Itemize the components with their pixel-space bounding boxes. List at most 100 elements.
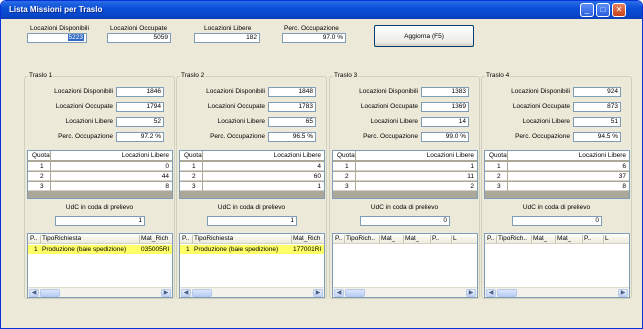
scroll-thumb[interactable]	[497, 289, 517, 297]
list-col-header[interactable]: Mat_	[381, 235, 395, 242]
list-col-header[interactable]: P..	[335, 235, 342, 242]
occupate-field[interactable]: 873	[573, 102, 621, 112]
list-col-header[interactable]: P..	[30, 235, 37, 242]
occupate-field[interactable]: 1369	[421, 102, 469, 112]
scroll-thumb[interactable]	[40, 289, 60, 297]
title-bar[interactable]: Lista Missioni per Traslo _ □ ✕	[1, 1, 642, 19]
missions-list[interactable]: P.. TipoRich.. Mat_ Mat_ P.. L ◀ ▶	[484, 233, 630, 298]
quota-cell: 3	[497, 183, 501, 190]
udc-field[interactable]: 0	[512, 216, 602, 226]
missions-list[interactable]: P.. TipoRich.. Mat_ Mat_ P.. L ◀ ▶	[332, 233, 478, 298]
disponibili-field[interactable]: 1846	[116, 87, 164, 97]
libere-cell: 2	[470, 183, 474, 190]
summary-occupazione-label: Perc. Occupazione	[284, 25, 339, 32]
disponibili-field[interactable]: 1848	[268, 87, 316, 97]
list-col-header[interactable]: L	[453, 235, 457, 242]
list-item[interactable]: 1 Produzione (baie spedizione) 177001RI	[180, 245, 324, 254]
list-col-header[interactable]: Mat_	[557, 235, 571, 242]
horizontal-scrollbar[interactable]: ◀ ▶	[485, 287, 629, 297]
summary-disponibili-field[interactable]: 5223	[27, 33, 87, 43]
scroll-thumb[interactable]	[192, 289, 212, 297]
occupazione-field[interactable]: 94.5 %	[573, 132, 621, 142]
scroll-thumb[interactable]	[345, 289, 365, 297]
scroll-right-icon[interactable]: ▶	[618, 289, 628, 297]
list-col-header[interactable]: TipoRichiesta	[194, 235, 233, 242]
scroll-right-icon[interactable]: ▶	[161, 289, 171, 297]
horizontal-scrollbar[interactable]: ◀ ▶	[28, 287, 172, 297]
traslo-3-group: Traslo 3 Locazioni Disponibili 1383 Locazio…	[329, 72, 480, 299]
quota-grid[interactable]: Quota Locazioni Libere 1 0 2 44 3 8	[27, 150, 173, 199]
list-col-header[interactable]: L	[605, 235, 609, 242]
disponibili-label: Locazioni Disponibili	[206, 88, 265, 95]
udc-field[interactable]: 1	[55, 216, 145, 226]
quota-grid[interactable]: Quota Locazioni Libere 1 1 2 11 3 2	[332, 150, 478, 199]
scroll-left-icon[interactable]: ◀	[29, 289, 39, 297]
list-col-header[interactable]: TipoRichiesta	[42, 235, 81, 242]
libere-field[interactable]: 51	[573, 117, 621, 127]
summary-libere-field[interactable]: 182	[194, 33, 260, 43]
scroll-left-icon[interactable]: ◀	[181, 289, 191, 297]
missions-list[interactable]: P.. TipoRichiesta Mat_Rich 1 Produzione (bai…	[27, 233, 173, 298]
horizontal-scrollbar[interactable]: ◀ ▶	[333, 287, 477, 297]
horizontal-scrollbar[interactable]: ◀ ▶	[180, 287, 324, 297]
libere-field[interactable]: 65	[268, 117, 316, 127]
list-col-header[interactable]: P..	[182, 235, 189, 242]
quota-col-header: Quota	[489, 152, 507, 159]
libere-cell: 8	[622, 183, 626, 190]
libere-field[interactable]: 14	[421, 117, 469, 127]
occupazione-field[interactable]: 99.0 %	[421, 132, 469, 142]
summary-libere-label: Locazioni Libere	[204, 25, 252, 32]
libere-field[interactable]: 52	[116, 117, 164, 127]
scroll-right-icon[interactable]: ▶	[313, 289, 323, 297]
disponibili-field[interactable]: 924	[573, 87, 621, 97]
list-col-header[interactable]: P..	[487, 235, 494, 242]
list-header: P.. TipoRich.. Mat_ Mat_ P.. L	[485, 234, 629, 244]
libere-label: Locazioni Libere	[65, 118, 113, 125]
occupate-field[interactable]: 1794	[116, 102, 164, 112]
list-cell: 177001RI	[293, 246, 322, 253]
close-icon[interactable]: ✕	[612, 3, 626, 17]
quota-cell: 3	[192, 183, 196, 190]
libere-col-header: Locazioni Libere	[426, 152, 474, 159]
traslo-4-group: Traslo 4 Locazioni Disponibili 924 Locazion…	[481, 72, 632, 299]
libere-cell: 4	[317, 163, 321, 170]
udc-label: UdC in coda di prelievo	[65, 204, 134, 211]
list-col-header[interactable]: Mat_Rich	[293, 235, 320, 242]
disponibili-label: Locazioni Disponibili	[54, 88, 113, 95]
list-col-header[interactable]: P..	[584, 235, 591, 242]
occupazione-label: Perc. Occupazione	[210, 133, 265, 140]
occupate-field[interactable]: 1783	[268, 102, 316, 112]
summary-occupate-field[interactable]: 5059	[107, 33, 171, 43]
refresh-button[interactable]: Aggiorna (F5)	[374, 25, 474, 47]
maximize-icon[interactable]: □	[596, 3, 610, 17]
occupate-label: Locazioni Occupate	[207, 103, 265, 110]
list-col-header[interactable]: P..	[432, 235, 439, 242]
summary-occupazione-field[interactable]: 97.0 %	[282, 33, 346, 43]
list-header: P.. TipoRichiesta Mat_Rich	[180, 234, 324, 244]
libere-cell: 44	[161, 173, 169, 180]
minimize-icon[interactable]: _	[580, 3, 594, 17]
scroll-left-icon[interactable]: ◀	[486, 289, 496, 297]
libere-cell: 1	[470, 163, 474, 170]
scroll-left-icon[interactable]: ◀	[334, 289, 344, 297]
list-item[interactable]: 1 Produzione (baie spedizione) 035005RI	[28, 245, 172, 254]
scroll-right-icon[interactable]: ▶	[466, 289, 476, 297]
list-col-header[interactable]: TipoRich..	[346, 235, 375, 242]
list-col-header[interactable]: Mat_	[405, 235, 419, 242]
list-col-header[interactable]: Mat_Rich	[141, 235, 168, 242]
list-col-header[interactable]: Mat_	[533, 235, 547, 242]
quota-grid[interactable]: Quota Locazioni Libere 1 4 2 60 3 1	[179, 150, 325, 199]
udc-field[interactable]: 0	[360, 216, 450, 226]
libere-label: Locazioni Libere	[370, 118, 418, 125]
libere-cell: 6	[622, 163, 626, 170]
occupazione-field[interactable]: 97.2 %	[116, 132, 164, 142]
udc-field[interactable]: 1	[207, 216, 297, 226]
occupazione-field[interactable]: 96.5 %	[268, 132, 316, 142]
missions-list[interactable]: P.. TipoRichiesta Mat_Rich 1 Produzione (bai…	[179, 233, 325, 298]
udc-label: UdC in coda di prelievo	[370, 204, 439, 211]
list-col-header[interactable]: TipoRich..	[498, 235, 527, 242]
disponibili-field[interactable]: 1383	[421, 87, 469, 97]
occupazione-label: Perc. Occupazione	[58, 133, 113, 140]
summary-occupate-label: Locazioni Occupate	[110, 25, 168, 32]
quota-grid[interactable]: Quota Locazioni Libere 1 6 2 37 3 8	[484, 150, 630, 199]
